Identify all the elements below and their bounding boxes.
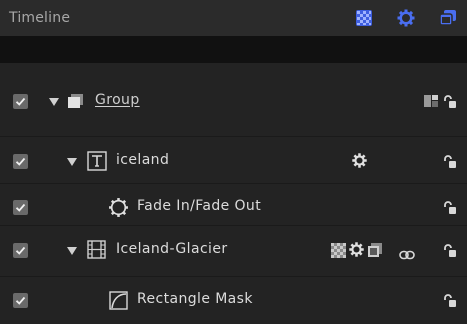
layer-label: Rectangle Mask	[137, 291, 253, 307]
layer-row-iceland[interactable]: iceland	[0, 136, 467, 184]
gear-filter-icon[interactable]	[396, 8, 416, 28]
disclosure-triangle-icon[interactable]	[49, 98, 59, 106]
layer-label: Iceland-Glacier	[116, 241, 228, 257]
panel-title: Timeline	[9, 10, 71, 26]
layers-filter-icon[interactable]	[438, 8, 458, 28]
filter-checker-icon	[331, 243, 346, 262]
layer-enable-checkbox[interactable]	[13, 243, 28, 258]
checker-filter-icon[interactable]	[354, 8, 374, 28]
behavior-gear-icon	[351, 152, 368, 173]
mask-stack-icon	[367, 242, 383, 262]
mask-icon	[109, 291, 128, 314]
lock-icon[interactable]	[443, 243, 457, 257]
layer-enable-checkbox[interactable]	[13, 154, 28, 169]
layer-enable-checkbox[interactable]	[13, 293, 28, 308]
group-type-icon	[423, 93, 439, 113]
film-icon	[87, 240, 106, 263]
layer-row-fade[interactable]: Fade In/Fade Out	[0, 183, 467, 231]
text-layer-icon	[87, 151, 107, 175]
layer-row-group[interactable]: Group	[0, 77, 467, 124]
lock-icon[interactable]	[443, 154, 457, 168]
behavior-gear-icon	[348, 241, 365, 262]
layer-label: iceland	[116, 152, 170, 168]
disclosure-triangle-icon[interactable]	[67, 247, 77, 255]
layers-list: Group iceland Fade In/Fade Out Iceland-G…	[0, 63, 467, 317]
layer-row-iceland-glacier[interactable]: Iceland-Glacier	[0, 225, 467, 273]
timeline-ruler-bar	[0, 36, 467, 63]
layer-enable-checkbox[interactable]	[13, 200, 28, 215]
behavior-gear-icon	[108, 197, 129, 222]
link-icon[interactable]	[399, 245, 415, 264]
layer-label: Group	[95, 92, 140, 108]
lock-icon[interactable]	[443, 94, 457, 108]
group-icon	[67, 92, 85, 114]
disclosure-triangle-icon[interactable]	[67, 158, 77, 166]
lock-icon[interactable]	[443, 200, 457, 214]
layer-label: Fade In/Fade Out	[137, 198, 262, 214]
timeline-header: Timeline	[0, 0, 467, 36]
lock-icon[interactable]	[443, 293, 457, 307]
layer-enable-checkbox[interactable]	[13, 94, 28, 109]
